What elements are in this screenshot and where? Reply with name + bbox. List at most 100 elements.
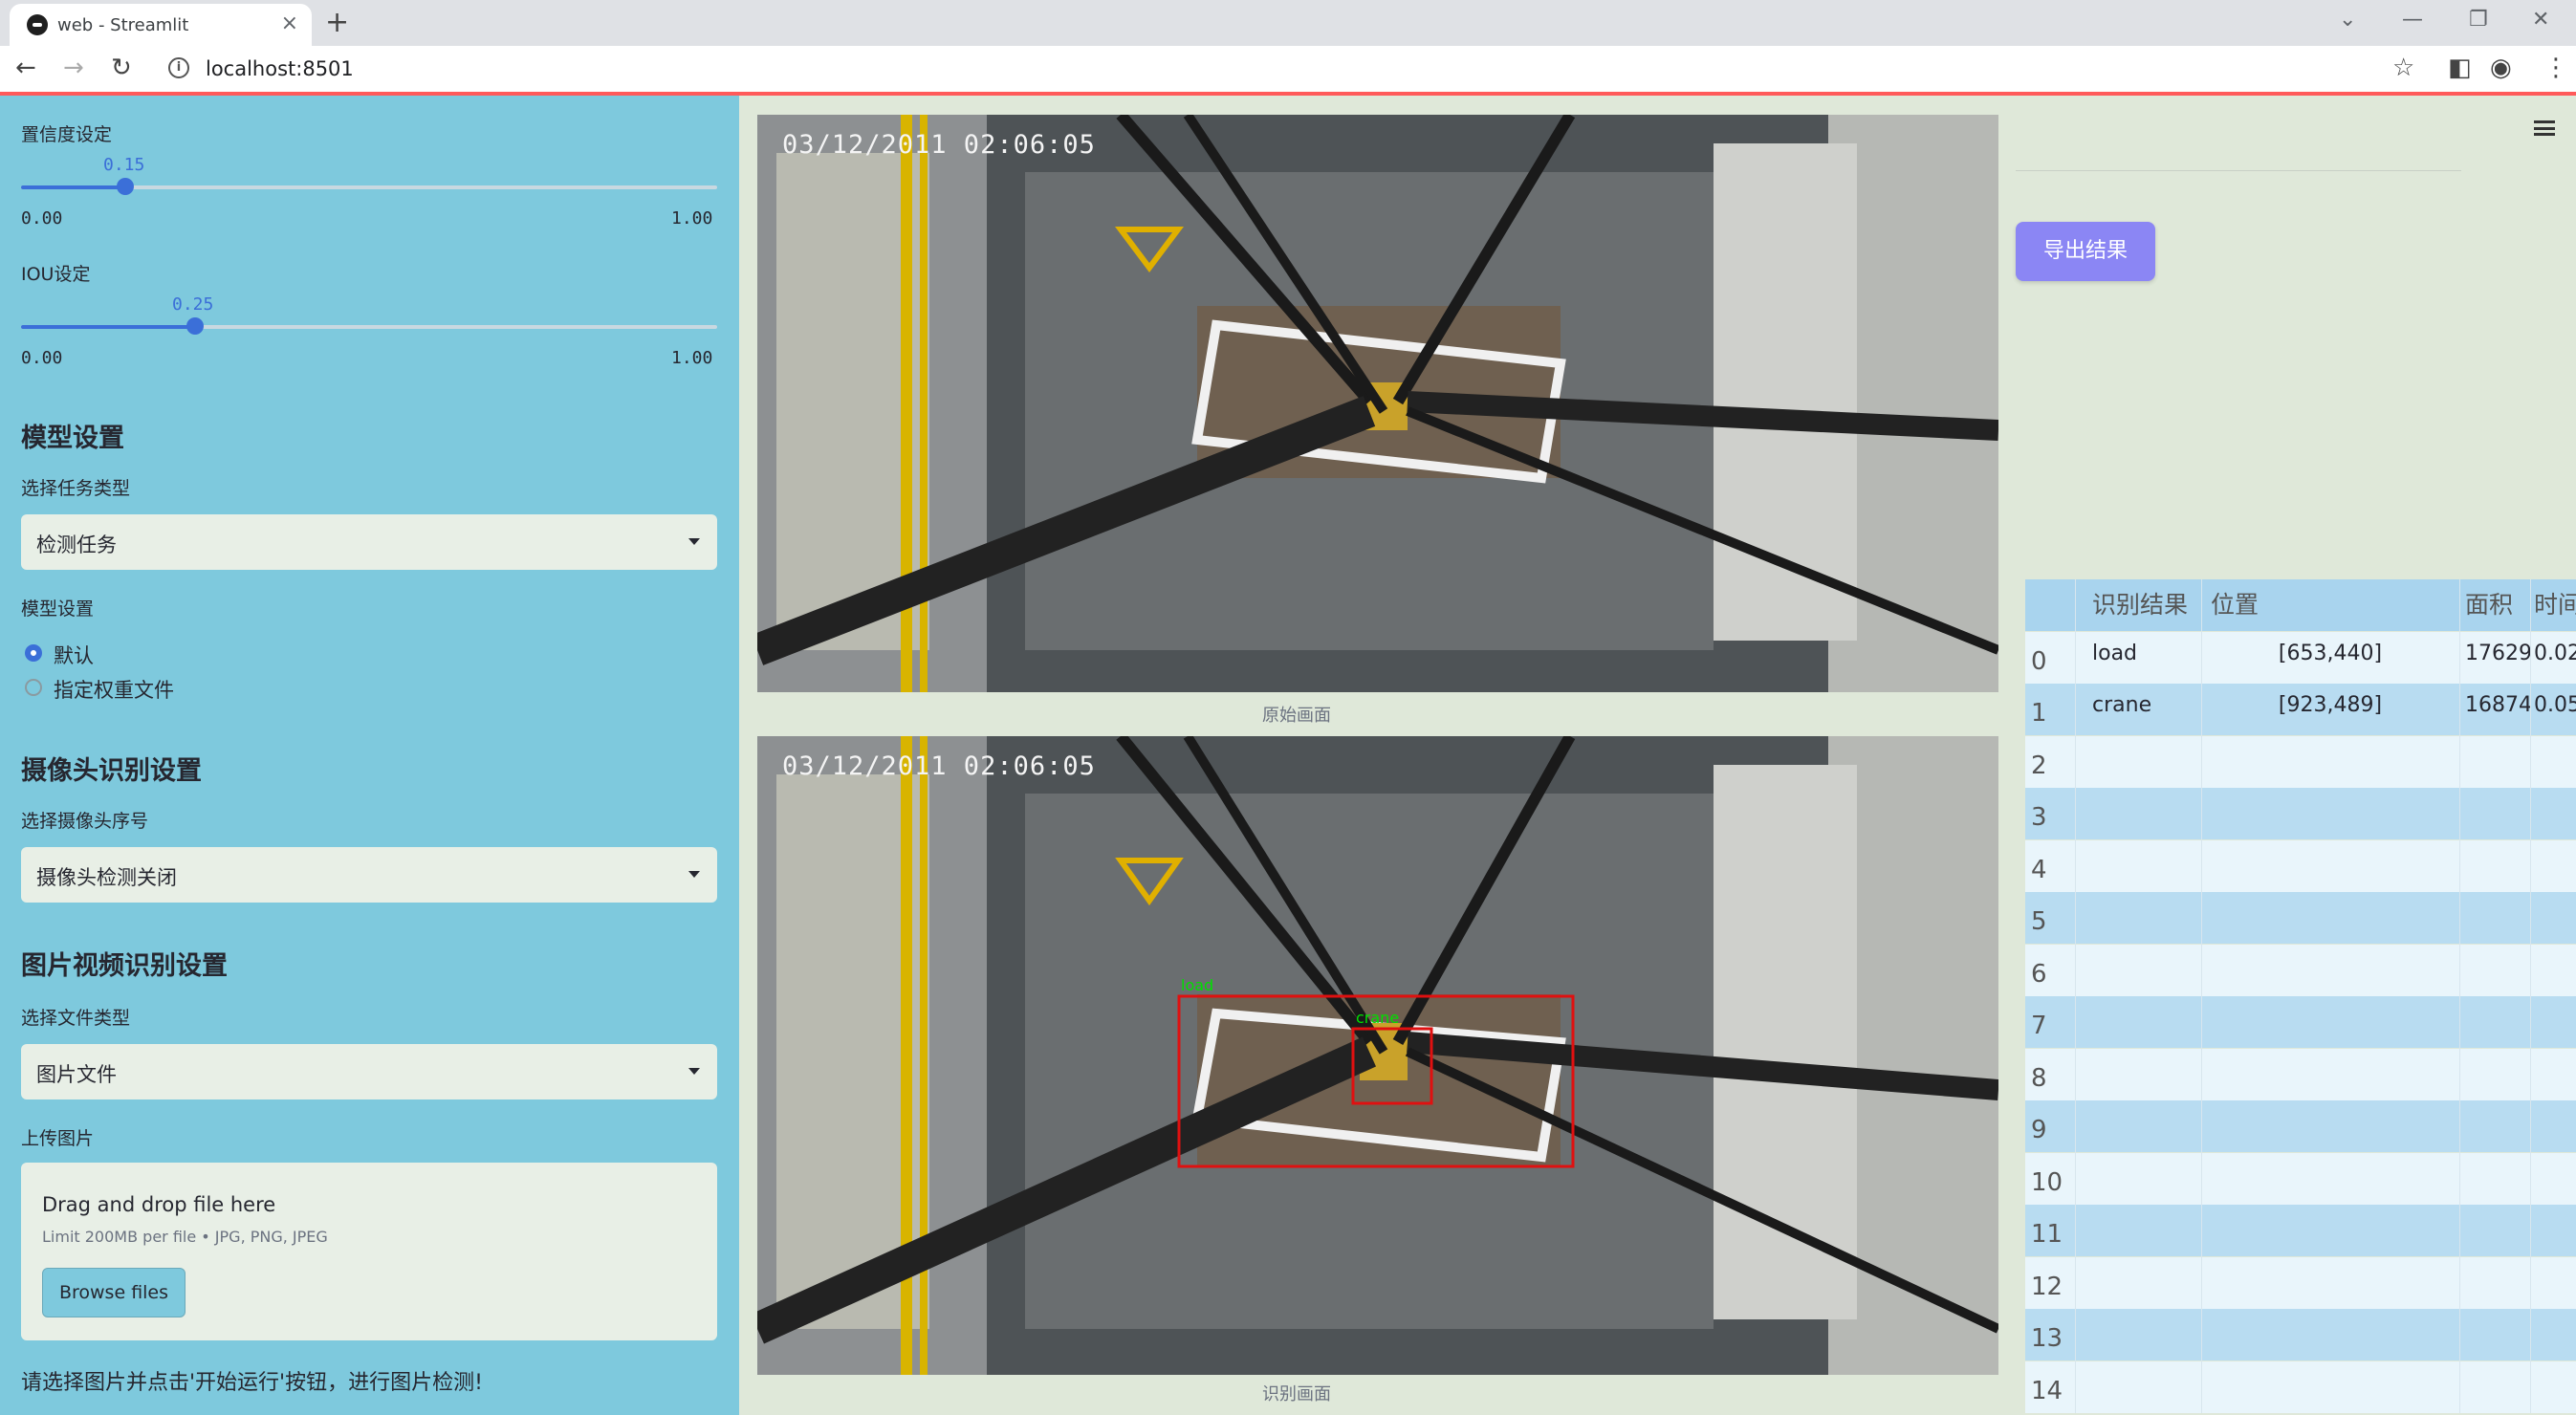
table-cell xyxy=(2530,996,2576,1048)
table-cell xyxy=(2201,996,2459,1048)
original-caption: 原始画面 xyxy=(1262,706,1331,726)
table-cell xyxy=(2201,1153,2459,1205)
table-cell xyxy=(2459,945,2530,996)
iou-label: IOU设定 xyxy=(21,264,91,285)
radio-default-label: 默认 xyxy=(54,644,94,667)
table-cell xyxy=(2530,945,2576,996)
browser-tab[interactable]: web - Streamlit × xyxy=(10,4,312,46)
iou-slider[interactable] xyxy=(21,317,717,335)
iou-slider-fill xyxy=(21,325,195,329)
table-cell xyxy=(2459,892,2530,944)
original-timestamp: 03/12/2011 02:06:05 xyxy=(782,130,1096,160)
table-cell: 10 xyxy=(2031,1167,2063,1197)
table-cell xyxy=(2075,996,2201,1048)
file-type-select[interactable]: 图片文件 xyxy=(21,1044,717,1099)
hamburger-menu-icon[interactable] xyxy=(2534,120,2555,136)
detection-label-crane: crane xyxy=(1356,1009,1399,1027)
table-row: 10 xyxy=(2025,1152,2576,1205)
export-results-button[interactable]: 导出结果 xyxy=(2016,222,2155,281)
table-header-cell: 位置 xyxy=(2211,591,2259,619)
table-cell: 0.05 xyxy=(2534,693,2576,717)
window-close-icon[interactable]: ✕ xyxy=(2532,8,2549,32)
confidence-slider-thumb[interactable] xyxy=(117,178,135,195)
table-cell xyxy=(2075,1257,2201,1309)
table-cell: 4 xyxy=(2031,855,2047,884)
profile-avatar-icon[interactable]: ◉ xyxy=(2490,54,2512,82)
minimize-icon[interactable]: — xyxy=(2402,8,2423,32)
table-column-divider xyxy=(2530,579,2531,1413)
radio-custom-weights[interactable] xyxy=(25,679,42,696)
table-header-cell: 识别结果 xyxy=(2092,591,2189,619)
file-type-value: 图片文件 xyxy=(36,1063,117,1086)
table-row: 0 load [653,440] 1762900.02 xyxy=(2025,631,2576,684)
table-row: 1 crane [923,489] 16874 0.05 xyxy=(2025,684,2576,735)
table-cell: 3 xyxy=(2031,803,2047,832)
file-type-label: 选择文件类型 xyxy=(21,1008,131,1029)
table-row: 11 xyxy=(2025,1205,2576,1256)
iou-max: 1.00 xyxy=(671,348,713,368)
table-cell xyxy=(2459,996,2530,1048)
table-cell xyxy=(2075,1361,2201,1413)
table-cell: 13 xyxy=(2031,1324,2063,1353)
upload-label: 上传图片 xyxy=(21,1128,95,1149)
camera-index-label: 选择摄像头序号 xyxy=(21,811,149,832)
original-image: 03/12/2011 02:06:05 xyxy=(757,115,1998,692)
new-tab-icon[interactable]: + xyxy=(325,6,349,39)
radio-custom-weights-label: 指定权重文件 xyxy=(54,679,174,702)
camera-select[interactable]: 摄像头检测关闭 xyxy=(21,847,717,903)
radio-default[interactable] xyxy=(25,644,42,662)
table-cell: 5 xyxy=(2031,907,2047,936)
tab-search-chevron-icon[interactable]: ⌄ xyxy=(2339,8,2356,32)
chevron-down-icon xyxy=(688,538,700,545)
table-cell: 7 xyxy=(2031,1012,2047,1040)
side-panel-icon[interactable]: ◧ xyxy=(2448,54,2472,82)
table-cell xyxy=(2075,736,2201,788)
table-cell: 8 xyxy=(2031,1063,2047,1093)
model-settings-label: 模型设置 xyxy=(21,599,95,620)
table-cell: 176290 xyxy=(2465,641,2530,665)
confidence-slider[interactable] xyxy=(21,178,717,195)
table-cell xyxy=(2075,945,2201,996)
table-row: 14 xyxy=(2025,1361,2576,1413)
table-cell: 2 xyxy=(2031,751,2047,780)
file-dropzone[interactable]: Drag and drop file here Limit 200MB per … xyxy=(21,1163,717,1340)
browser-tab-bar: web - Streamlit × + ⌄ — ❐ ✕ xyxy=(0,0,2576,46)
table-row: 13 xyxy=(2025,1309,2576,1361)
table-cell xyxy=(2530,1153,2576,1205)
table-cell: 1 xyxy=(2031,699,2047,728)
iou-slider-thumb[interactable] xyxy=(186,317,204,335)
table-cell xyxy=(2201,788,2459,839)
tab-close-icon[interactable]: × xyxy=(281,11,298,35)
table-cell xyxy=(2201,840,2459,892)
table-header-cell: 面积 xyxy=(2465,591,2514,619)
browse-files-button[interactable]: Browse files xyxy=(42,1268,186,1317)
table-cell xyxy=(2530,1361,2576,1413)
forward-icon[interactable]: → xyxy=(63,54,84,82)
table-cell xyxy=(2201,1309,2459,1361)
table-cell: 0.02 xyxy=(2534,641,2576,665)
table-row: 5 xyxy=(2025,892,2576,944)
table-cell xyxy=(2530,736,2576,788)
task-type-value: 检测任务 xyxy=(36,533,117,556)
table-cell: 14 xyxy=(2031,1376,2063,1405)
address-bar[interactable]: localhost:8501 xyxy=(206,57,354,80)
reload-icon[interactable]: ↻ xyxy=(111,54,132,82)
table-cell xyxy=(2459,840,2530,892)
tab-title: web - Streamlit xyxy=(57,15,189,35)
restore-icon[interactable]: ❐ xyxy=(2469,8,2488,32)
table-cell xyxy=(2075,892,2201,944)
browser-menu-icon[interactable]: ⋮ xyxy=(2543,54,2568,82)
bookmark-star-icon[interactable]: ☆ xyxy=(2392,54,2414,82)
table-column-divider xyxy=(2459,579,2460,1413)
confidence-slider-fill xyxy=(21,185,126,189)
task-type-select[interactable]: 检测任务 xyxy=(21,514,717,570)
table-cell: 16874 xyxy=(2465,693,2530,717)
table-row: 2 xyxy=(2025,735,2576,788)
table-cell xyxy=(2201,1100,2459,1152)
site-info-icon[interactable]: i xyxy=(168,57,189,78)
table-row: 7 xyxy=(2025,996,2576,1048)
table-cell: 6 xyxy=(2031,959,2047,989)
table-row: 6 xyxy=(2025,944,2576,996)
back-icon[interactable]: ← xyxy=(15,54,36,82)
table-cell xyxy=(2201,892,2459,944)
